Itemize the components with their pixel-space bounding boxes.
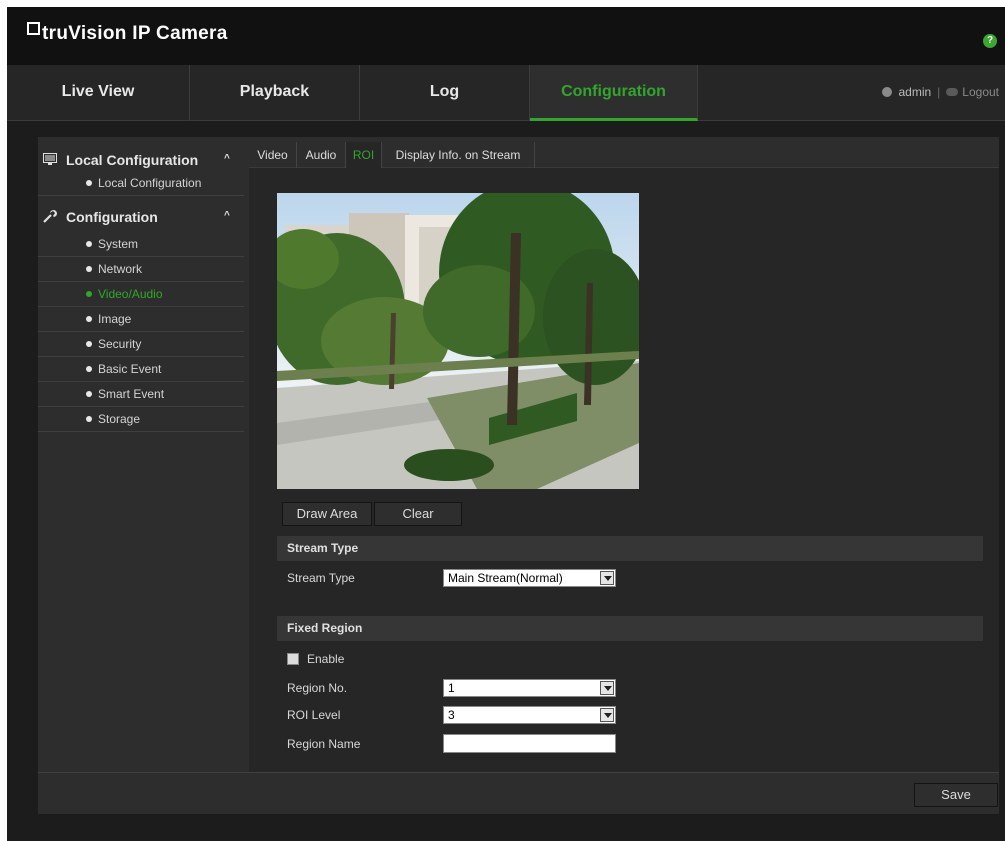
- tab-display-info-on-stream[interactable]: Display Info. on Stream: [382, 142, 535, 168]
- wrench-icon: [43, 210, 57, 223]
- logout-icon[interactable]: [946, 88, 959, 96]
- sidebar-item-video-audio[interactable]: Video/Audio: [38, 282, 244, 307]
- sidebar-item-label: Local Configuration: [98, 176, 202, 190]
- app-title: truVision IP Camera: [42, 23, 228, 44]
- bullet-icon: [86, 180, 92, 186]
- sidebar-item-storage[interactable]: Storage: [38, 407, 244, 432]
- sidebar-item-label: Basic Event: [98, 362, 162, 376]
- separator: |: [937, 85, 941, 99]
- bullet-icon: [86, 416, 92, 422]
- stream-type-select[interactable]: Main Stream(Normal): [443, 569, 616, 587]
- sidebar-section-label: Configuration: [66, 209, 158, 225]
- region-name-input[interactable]: [443, 734, 616, 753]
- bullet-icon: [86, 316, 92, 322]
- region-no-select[interactable]: 1: [443, 679, 616, 697]
- sidebar-item-security[interactable]: Security: [38, 332, 244, 357]
- sidebar-section-label: Local Configuration: [66, 152, 199, 168]
- app-window: truVision IP Camera ? Live View Playback…: [7, 7, 1005, 841]
- user-bar: admin | Logout: [882, 85, 999, 99]
- nav-tab-configuration[interactable]: Configuration: [530, 65, 698, 121]
- fixed-region-section-header: Fixed Region: [277, 616, 983, 641]
- sidebar: Local Configuration ^ Local Configuratio…: [38, 137, 244, 772]
- bullet-icon: [86, 341, 92, 347]
- chevron-down-icon[interactable]: [600, 708, 614, 722]
- camera-preview-image: [277, 193, 639, 489]
- bullet-icon: [86, 266, 92, 272]
- sidebar-item-label: Video/Audio: [98, 287, 163, 301]
- sidebar-item-basic-event[interactable]: Basic Event: [38, 357, 244, 382]
- chevron-down-icon[interactable]: [600, 681, 614, 695]
- content-panel: Video Audio ROI Display Info. on Stream: [249, 142, 999, 772]
- tab-audio[interactable]: Audio: [297, 142, 346, 168]
- local-config-icon: [43, 153, 57, 165]
- stream-type-value: Main Stream(Normal): [448, 571, 563, 585]
- sidebar-item-label: Storage: [98, 412, 141, 426]
- chevron-up-icon[interactable]: ^: [224, 210, 230, 221]
- nav-tab-playback[interactable]: Playback: [190, 65, 360, 121]
- sidebar-item-label: System: [98, 237, 139, 251]
- app-logo: truVision IP Camera: [27, 22, 228, 45]
- region-no-label: Region No.: [287, 681, 348, 695]
- roi-level-label: ROI Level: [287, 708, 341, 722]
- top-nav: Live View Playback Log Configuration adm…: [7, 65, 1005, 121]
- sidebar-item-label: Smart Event: [98, 387, 165, 401]
- bullet-icon: [86, 291, 92, 297]
- user-icon: [882, 87, 893, 97]
- sidebar-item-local-configuration[interactable]: Local Configuration: [38, 171, 244, 196]
- enable-checkbox[interactable]: [287, 653, 299, 665]
- tab-video[interactable]: Video: [249, 142, 297, 168]
- footer-bar: Save: [38, 772, 999, 814]
- content-tabs: Video Audio ROI Display Info. on Stream: [249, 142, 999, 168]
- username: admin: [898, 85, 932, 99]
- roi-level-value: 3: [448, 708, 455, 722]
- sidebar-item-label: Security: [98, 337, 142, 351]
- sidebar-item-label: Image: [98, 312, 132, 326]
- enable-label: Enable: [307, 652, 345, 666]
- logout-link[interactable]: Logout: [962, 85, 999, 99]
- save-button[interactable]: Save: [914, 783, 998, 807]
- stream-type-label: Stream Type: [287, 571, 355, 585]
- bullet-icon: [86, 391, 92, 397]
- roi-level-select[interactable]: 3: [443, 706, 616, 724]
- bullet-icon: [86, 366, 92, 372]
- tab-roi[interactable]: ROI: [346, 142, 382, 168]
- chevron-up-icon[interactable]: ^: [224, 153, 230, 164]
- sidebar-item-network[interactable]: Network: [38, 257, 244, 282]
- nav-tab-live-view[interactable]: Live View: [7, 65, 190, 121]
- sidebar-item-label: Network: [98, 262, 143, 276]
- region-no-value: 1: [448, 681, 455, 695]
- nav-tab-log[interactable]: Log: [360, 65, 530, 121]
- sidebar-section-local-configuration[interactable]: Local Configuration ^: [38, 145, 244, 173]
- draw-area-button[interactable]: Draw Area: [282, 502, 372, 526]
- chevron-down-icon[interactable]: [600, 571, 614, 585]
- sidebar-item-image[interactable]: Image: [38, 307, 244, 332]
- camera-preview[interactable]: [277, 193, 639, 489]
- clear-button[interactable]: Clear: [374, 502, 462, 526]
- logo-mark-icon: [27, 22, 40, 35]
- main-panel: Local Configuration ^ Local Configuratio…: [38, 137, 999, 814]
- sidebar-section-configuration[interactable]: Configuration ^: [38, 202, 244, 230]
- region-name-label: Region Name: [287, 737, 361, 751]
- help-icon[interactable]: ?: [983, 34, 997, 48]
- header: truVision IP Camera ?: [7, 7, 1005, 65]
- sidebar-item-system[interactable]: System: [38, 232, 244, 257]
- sidebar-item-smart-event[interactable]: Smart Event: [38, 382, 244, 407]
- stream-type-section-header: Stream Type: [277, 536, 983, 561]
- bullet-icon: [86, 241, 92, 247]
